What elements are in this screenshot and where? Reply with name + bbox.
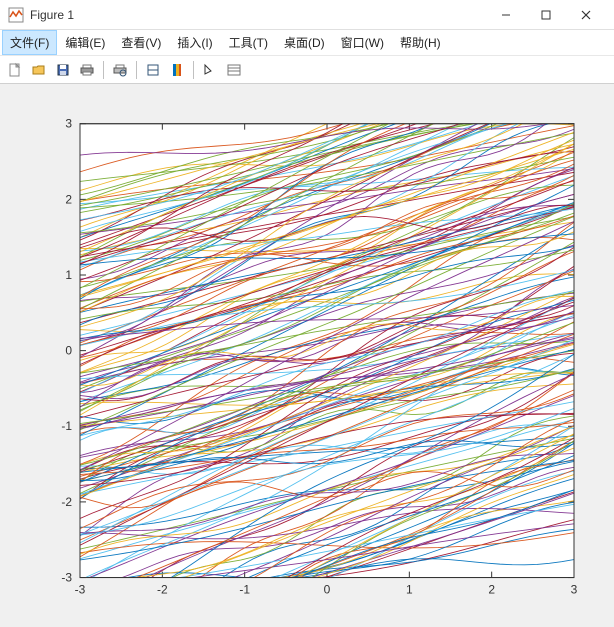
new-figure-button[interactable] [4, 59, 26, 81]
svg-text:-2: -2 [157, 582, 168, 596]
svg-text:0: 0 [65, 344, 72, 358]
svg-text:1: 1 [406, 582, 413, 596]
print-button[interactable] [76, 59, 98, 81]
svg-text:2: 2 [65, 192, 72, 206]
figure-canvas: -3 -2 -1 0 1 2 3 -3 -2 -1 0 1 2 3 [0, 84, 614, 627]
svg-text:1: 1 [65, 268, 72, 282]
menu-help[interactable]: 帮助(H) [392, 30, 449, 55]
save-button[interactable] [52, 59, 74, 81]
menu-bar: 文件(F) 编辑(E) 查看(V) 插入(I) 工具(T) 桌面(D) 窗口(W… [0, 30, 614, 56]
toolbar-separator [136, 61, 137, 79]
menu-window[interactable]: 窗口(W) [333, 30, 392, 55]
menu-tools[interactable]: 工具(T) [221, 30, 276, 55]
toolbar [0, 56, 614, 84]
svg-text:0: 0 [324, 582, 331, 596]
minimize-button[interactable] [486, 2, 526, 28]
maximize-button[interactable] [526, 2, 566, 28]
menu-file[interactable]: 文件(F) [2, 30, 57, 55]
svg-text:2: 2 [488, 582, 495, 596]
svg-text:-2: -2 [61, 495, 72, 509]
toolbar-separator [103, 61, 104, 79]
svg-text:-3: -3 [75, 582, 86, 596]
data-cursor-button[interactable] [223, 59, 245, 81]
menu-insert[interactable]: 插入(I) [169, 30, 220, 55]
open-button[interactable] [28, 59, 50, 81]
svg-text:-3: -3 [61, 571, 72, 585]
svg-text:-1: -1 [239, 582, 250, 596]
svg-text:3: 3 [571, 582, 578, 596]
print-preview-button[interactable] [109, 59, 131, 81]
menu-desktop[interactable]: 桌面(D) [276, 30, 333, 55]
toolbar-separator [193, 61, 194, 79]
edit-plot-button[interactable] [199, 59, 221, 81]
window-title: Figure 1 [30, 8, 486, 22]
title-bar: Figure 1 [0, 0, 614, 30]
svg-text:3: 3 [65, 117, 72, 131]
insert-colorbar-button[interactable] [166, 59, 188, 81]
axes[interactable]: -3 -2 -1 0 1 2 3 -3 -2 -1 0 1 2 3 [20, 104, 594, 617]
menu-view[interactable]: 查看(V) [113, 30, 169, 55]
close-button[interactable] [566, 2, 606, 28]
app-icon [8, 7, 24, 23]
menu-edit[interactable]: 编辑(E) [57, 30, 113, 55]
link-axes-button[interactable] [142, 59, 164, 81]
window-buttons [486, 2, 606, 28]
svg-text:-1: -1 [61, 419, 72, 433]
